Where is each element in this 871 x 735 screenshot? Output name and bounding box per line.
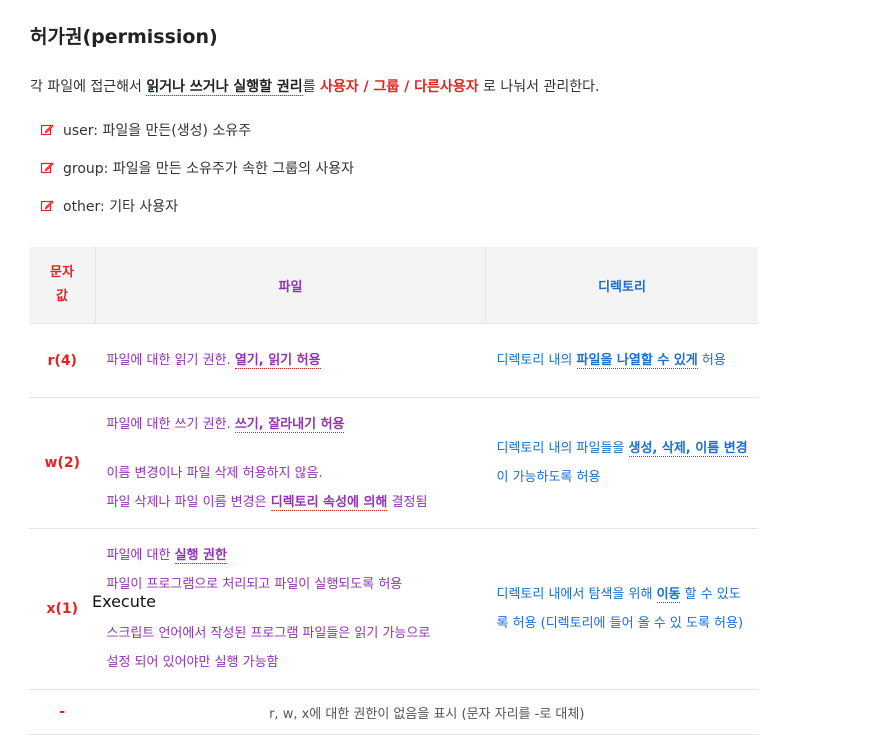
header-file: 파일 [95,247,486,324]
pencil-icon [40,124,54,136]
header-directory: 디렉토리 [485,247,758,324]
list-item-label: user: 파일을 만든(생성) 소유주 [63,123,252,139]
dir-cell: 디렉토리 내의 파일들을 생성, 삭제, 이름 변경이 가능하도록 허용 [485,397,758,529]
permission-table: 문자 값 파일 디렉토리 r(4) 파일에 대한 읽기 권한. 열기, 읽기 허용… [29,247,758,735]
pencil-icon [40,162,54,174]
dir-cell: 디렉토리 내의 파일을 나열할 수 있게 허용 [485,323,758,398]
code-cell: r(4) [29,323,96,398]
table-row: w(2) 파일에 대한 쓰기 권한. 쓰기, 잘라내기 허용 이름 변경이나 파… [29,397,758,529]
intro-bold-text: 읽거나 쓰거나 실행할 권리 [146,79,303,96]
page-title: 허가권(permission) [30,26,218,48]
list-item: other: 기타 사용자 [40,196,354,234]
intro-text: 각 파일에 접근해서 [30,79,147,95]
code-cell: x(1) [29,528,96,690]
list-item: user: 파일을 만든(생성) 소유주 [40,120,354,158]
list-item: group: 파일을 만든 소유주가 속한 그룹의 사용자 [40,158,354,196]
list-item-label: group: 파일을 만든 소유주가 속한 그룹의 사용자 [63,161,355,177]
table-header-row: 문자 값 파일 디렉토리 [29,247,758,324]
code-cell: - [29,689,96,735]
intro-paragraph: 각 파일에 접근해서 읽거나 쓰거나 실행할 권리를 사용자 / 그룹 / 다른… [30,76,599,96]
intro-text: 를 [302,79,321,95]
execute-annotation: Execute [92,592,156,611]
table-row: r(4) 파일에 대한 읽기 권한. 열기, 읽기 허용 디렉토리 내의 파일을… [29,323,758,398]
file-cell: 파일에 대한 읽기 권한. 열기, 읽기 허용 [95,323,486,398]
table-row: - r, w, x에 대한 권한이 없음을 표시 (문자 자리를 -로 대체) [29,689,758,735]
file-cell: 파일에 대한 쓰기 권한. 쓰기, 잘라내기 허용 이름 변경이나 파일 삭제 … [95,397,486,529]
intro-text: 로 나눠서 관리한다. [478,79,600,95]
dir-cell: 디렉토리 내에서 탐색을 위해 이동 할 수 있도록 허용 (디렉토리에 들어 … [485,528,758,690]
code-cell: w(2) [29,397,96,529]
header-char-value: 문자 값 [29,247,96,324]
list-item-label: other: 기타 사용자 [63,199,179,215]
pencil-icon [40,200,54,212]
owner-type-list: user: 파일을 만든(생성) 소유주 group: 파일을 만든 소유주가 … [40,120,354,234]
intro-highlight-text: 사용자 / 그룹 / 다른사용자 [320,79,479,95]
dash-description-cell: r, w, x에 대한 권한이 없음을 표시 (문자 자리를 -로 대체) [95,689,758,735]
